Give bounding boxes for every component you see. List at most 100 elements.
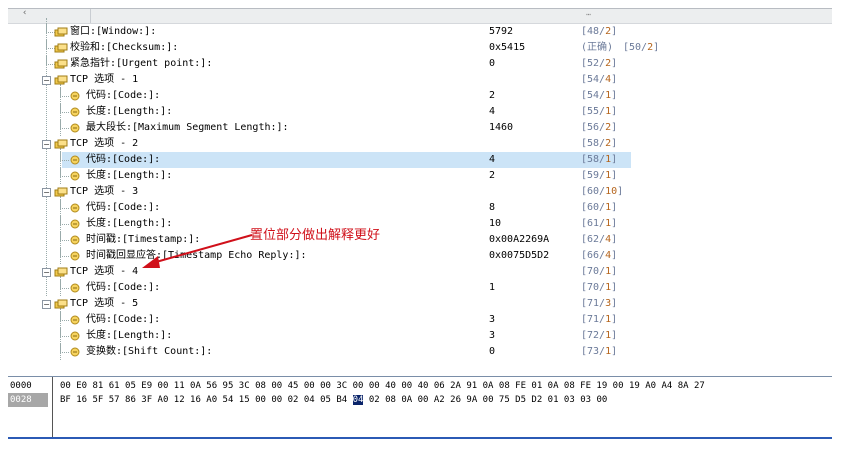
ref-prefix: (正确) [581, 42, 614, 53]
hex-selected-byte[interactable]: 04 [352, 395, 364, 405]
folder-icon [54, 267, 68, 277]
field-offset-ref: [71/1] [581, 312, 617, 328]
collapse-icon[interactable]: − [42, 188, 51, 197]
ref-suffix: ] [611, 282, 618, 293]
field-label: 紧急指针:[Urgent point:]: [70, 58, 213, 69]
field-label: 窗口:[Window:]: [70, 26, 157, 37]
ref-prefix: [61/ [581, 218, 606, 229]
tree-row[interactable]: 代码:[Code:]: 1 [70/1] [8, 280, 832, 296]
ref-prefix: [50/ [623, 42, 648, 53]
hex-bytes[interactable]: BF 16 5F 57 86 3F A0 12 16 A0 54 15 00 0… [60, 393, 607, 407]
tree-row[interactable]: 紧急指针:[Urgent point:]: 0 [52/2] [8, 56, 832, 72]
tree-node-tcp-option[interactable]: − TCP 选项 - 5 [71/3] [8, 296, 832, 312]
field-offset-ref: [60/1] [581, 200, 617, 216]
tree-guide-line [60, 216, 61, 232]
hex-bytes-before[interactable]: BF 16 5F 57 86 3F A0 12 16 A0 54 15 00 0… [60, 395, 353, 405]
field-label: 时间戳回显应答:[Timestamp Echo Reply:]: [86, 250, 307, 261]
tree-guide-line [60, 280, 61, 296]
tree-row[interactable]: 长度:[Length:]: 2 [59/1] [8, 168, 832, 184]
scrollbar-left-segment[interactable]: ‹ [8, 8, 91, 23]
ref-suffix: ] [611, 346, 618, 357]
tree-row[interactable]: 窗口:[Window:]: 5792 [48/2] [8, 24, 832, 40]
tree-guide-line [60, 168, 61, 184]
ref-suffix: ] [611, 58, 618, 69]
tree-guide-line [60, 328, 61, 344]
folder-icon [54, 59, 68, 69]
tree-row[interactable]: 长度:[Length:]: 4 [55/1] [8, 104, 832, 120]
field-icon [70, 203, 84, 213]
ref-prefix: [60/ [581, 186, 606, 197]
tree-guide-line [60, 104, 61, 120]
field-offset-ref: [52/2] [581, 56, 617, 72]
ref-suffix: ] [611, 298, 618, 309]
folder-icon [54, 43, 68, 53]
hex-dump-pane[interactable]: 0000 00 E0 81 61 05 E9 00 11 0A 56 95 3C… [8, 376, 832, 437]
ref-suffix: ] [611, 106, 618, 117]
tree-row[interactable]: 时间戳回显应答:[Timestamp Echo Reply:]: 0x0075D5… [8, 248, 832, 264]
tree-connector [60, 344, 69, 353]
ref-suffix: ] [653, 42, 660, 53]
field-label: 校验和:[Checksum:]: [70, 42, 179, 53]
field-offset-ref: [70/1] [581, 264, 617, 280]
tree-connector [60, 280, 69, 289]
collapse-icon[interactable]: − [42, 268, 51, 277]
field-label: TCP 选项 - 5 [70, 298, 139, 309]
field-label: 最大段长:[Maximum Segment Length:]: [86, 122, 289, 133]
tree-guide-line [60, 120, 61, 136]
tree-row[interactable]: 校验和:[Checksum:]: 0x5415 (正确) [50/2] [8, 40, 832, 56]
tree-node-tcp-option[interactable]: − TCP 选项 - 1 [54/4] [8, 72, 832, 88]
ref-suffix: ] [611, 330, 618, 341]
tree-row[interactable]: 代码:[Code:]: 8 [60/1] [8, 200, 832, 216]
field-offset-ref: [73/1] [581, 344, 617, 360]
field-icon [70, 283, 84, 293]
horizontal-scrollbar[interactable]: ‹ ⋯ [8, 8, 832, 24]
ref-prefix: [48/ [581, 26, 606, 37]
field-offset-ref: [66/4] [581, 248, 617, 264]
collapse-icon[interactable]: − [42, 76, 51, 85]
scrollbar-grip-icon[interactable]: ⋯ [586, 10, 592, 19]
tree-row[interactable]: 长度:[Length:]: 10 [61/1] [8, 216, 832, 232]
hex-bytes[interactable]: 00 E0 81 61 05 E9 00 11 0A 56 95 3C 08 0… [60, 379, 705, 393]
scroll-left-icon[interactable]: ‹ [22, 8, 27, 18]
folder-icon [54, 187, 68, 197]
ref-suffix: ] [611, 250, 618, 261]
tree-connector [60, 200, 69, 209]
field-offset-ref: [58/1] [581, 152, 617, 168]
field-label: TCP 选项 - 4 [70, 266, 139, 277]
ref-suffix: ] [611, 202, 618, 213]
field-value: 2 [489, 170, 496, 181]
field-label: 代码:[Code:]: [86, 90, 161, 101]
tree-row[interactable]: 代码:[Code:]: 2 [54/1] [8, 88, 832, 104]
collapse-icon[interactable]: − [42, 300, 51, 309]
ref-prefix: [71/ [581, 314, 606, 325]
ref-prefix: [70/ [581, 266, 606, 277]
ref-prefix: [59/ [581, 170, 606, 181]
ref-suffix: ] [611, 122, 618, 133]
tree-node-tcp-option[interactable]: − TCP 选项 - 2 [58/2] [8, 136, 832, 152]
hex-bytes-after[interactable]: 02 08 0A 00 A2 26 9A 00 75 D5 D2 01 03 0… [363, 395, 607, 405]
field-offset-ref: [62/4] [581, 232, 617, 248]
field-offset-ref: [54/4] [581, 72, 617, 88]
tree-node-tcp-option[interactable]: − TCP 选项 - 3 [60/10] [8, 184, 832, 200]
tree-guide-line [60, 232, 61, 248]
tree-row[interactable]: 最大段长:[Maximum Segment Length:]: 1460 [56/2… [8, 120, 832, 136]
field-icon [70, 155, 84, 165]
field-value: 0x00A2269A [489, 234, 550, 245]
field-label: 长度:[Length:]: [86, 218, 173, 229]
folder-icon [54, 27, 68, 37]
tree-row[interactable]: 代码:[Code:]: 4 [58/1] [8, 152, 832, 168]
tree-row[interactable]: 代码:[Code:]: 3 [71/1] [8, 312, 832, 328]
collapse-icon[interactable]: − [42, 140, 51, 149]
ref-suffix: ] [611, 74, 618, 85]
tree-node-tcp-option[interactable]: − TCP 选项 - 4 [70/1] [8, 264, 832, 280]
field-value: 1 [489, 282, 496, 293]
tree-row[interactable]: 变换数:[Shift Count:]: 0 [73/1] [8, 344, 832, 360]
ref-suffix: ] [611, 170, 618, 181]
field-icon [70, 219, 84, 229]
tree-guide-line [60, 152, 61, 168]
tree-row[interactable]: 长度:[Length:]: 3 [72/1] [8, 328, 832, 344]
tree-connector [60, 232, 69, 241]
field-value: 3 [489, 314, 496, 325]
ref-suffix: ] [611, 266, 618, 277]
tree-row[interactable]: 时间戳:[Timestamp:]: 0x00A2269A [62/4] [8, 232, 832, 248]
